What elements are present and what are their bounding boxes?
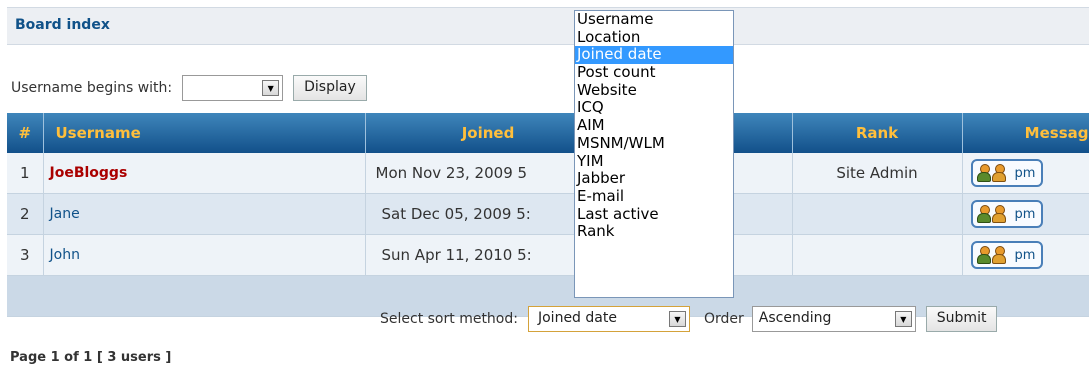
chevron-down-icon: ▼ xyxy=(668,311,686,327)
table-row: 2 Jane Sat Dec 05, 2009 5: pm xyxy=(7,193,1089,235)
table-row: 3 John Sun Apr 11, 2010 5: pm xyxy=(7,234,1089,276)
sort-option[interactable]: MSNM/WLM xyxy=(575,134,733,153)
chevron-down-icon: ▼ xyxy=(262,80,280,96)
submit-button[interactable]: Submit xyxy=(925,306,998,332)
rank-text xyxy=(792,193,963,235)
sort-option[interactable]: YIM xyxy=(575,152,733,171)
sort-option[interactable]: ICQ xyxy=(575,99,733,117)
sort-option-selected[interactable]: Joined date xyxy=(575,46,733,65)
breadcrumb-board-index[interactable]: Board index xyxy=(15,17,110,33)
users-icon xyxy=(976,164,1007,182)
header-messages: Messag xyxy=(962,113,1089,153)
header-num: # xyxy=(7,113,44,153)
members-table: # Username Joined ts Rank Messag 1 JoeBl… xyxy=(7,113,1089,317)
sort-controls: Select sort method: Joined date ▼ Order … xyxy=(380,305,998,333)
order-value: Ascending xyxy=(758,310,832,326)
sort-option[interactable]: AIM xyxy=(575,117,733,135)
display-button[interactable]: Display xyxy=(293,75,367,101)
chevron-down-icon: ▼ xyxy=(894,311,912,327)
users-icon xyxy=(976,205,1007,223)
row-num: 2 xyxy=(7,193,44,235)
sort-method-value: Joined date xyxy=(537,310,617,326)
rank-text xyxy=(792,234,963,276)
users-icon xyxy=(976,246,1007,264)
sort-method-dropdown-list: Username Location Joined date Post count… xyxy=(574,10,734,298)
filter-label: Username begins with: xyxy=(11,80,173,96)
pm-label: pm xyxy=(1014,247,1036,263)
username-link[interactable]: John xyxy=(50,247,80,263)
header-username[interactable]: Username xyxy=(43,113,366,153)
pm-button[interactable]: pm xyxy=(970,159,1044,187)
rank-text: Site Admin xyxy=(792,153,963,194)
row-num: 1 xyxy=(7,153,44,194)
pm-button[interactable]: pm xyxy=(970,200,1044,228)
sort-option[interactable]: E-mail xyxy=(575,188,733,206)
sort-option[interactable]: Username xyxy=(575,11,733,29)
sort-option[interactable]: Post count xyxy=(575,64,733,82)
pm-label: pm xyxy=(1014,165,1036,181)
username-filter: Username begins with: ▼ Display xyxy=(11,74,367,102)
sort-option[interactable]: Jabber xyxy=(575,170,733,188)
pm-button[interactable]: pm xyxy=(970,241,1044,269)
sort-label: Select sort method: xyxy=(380,311,518,327)
table-row: 1 JoeBloggs Mon Nov 23, 2009 5 Site Admi… xyxy=(7,153,1089,194)
row-num: 3 xyxy=(7,234,44,276)
sort-option[interactable]: Website xyxy=(575,81,733,100)
order-select[interactable]: Ascending ▼ xyxy=(751,306,916,332)
sort-option[interactable]: Rank xyxy=(575,223,733,241)
sort-method-select[interactable]: Joined date ▼ xyxy=(527,306,690,332)
sort-option[interactable]: Last active xyxy=(575,205,733,224)
username-link[interactable]: JoeBloggs xyxy=(50,165,128,181)
table-header-row: # Username Joined ts Rank Messag xyxy=(7,113,1089,153)
pagination-info: Page 1 of 1 [ 3 users ] xyxy=(10,350,172,365)
username-link[interactable]: Jane xyxy=(50,206,80,222)
header-rank[interactable]: Rank xyxy=(792,113,963,153)
pm-label: pm xyxy=(1014,206,1036,222)
sort-option[interactable]: Location xyxy=(575,28,733,47)
order-label: Order xyxy=(703,311,744,327)
navbar: Board index xyxy=(7,7,1089,45)
username-letter-select[interactable]: ▼ xyxy=(182,75,284,101)
